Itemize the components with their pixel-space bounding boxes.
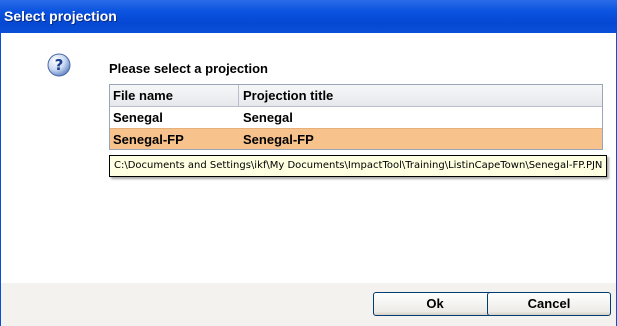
question-mark-icon: ? (47, 53, 71, 77)
cell-file-name: Senegal (113, 110, 163, 125)
grid-row[interactable]: Senegal Senegal (110, 107, 602, 128)
title-bar[interactable]: Select projection (0, 0, 617, 33)
projection-grid[interactable]: File name Projection title Senegal Seneg… (109, 84, 603, 150)
cell-projection-title: Senegal-FP (243, 132, 314, 147)
prompt-label: Please select a projection (109, 61, 268, 76)
grid-row-selected[interactable]: Senegal-FP Senegal-FP (110, 128, 602, 149)
file-path-tooltip: C:\Documents and Settings\ikf\My Documen… (109, 155, 608, 177)
ok-button[interactable]: Ok (373, 292, 497, 316)
window-title: Select projection (4, 8, 117, 24)
column-header-file-name[interactable]: File name (110, 85, 239, 106)
cell-projection-title: Senegal (243, 110, 293, 125)
svg-text:?: ? (55, 56, 64, 74)
grid-header: File name Projection title (110, 85, 602, 107)
column-header-projection-title[interactable]: Projection title (239, 85, 602, 106)
cancel-button[interactable]: Cancel (487, 292, 611, 316)
cell-file-name: Senegal-FP (113, 132, 184, 147)
